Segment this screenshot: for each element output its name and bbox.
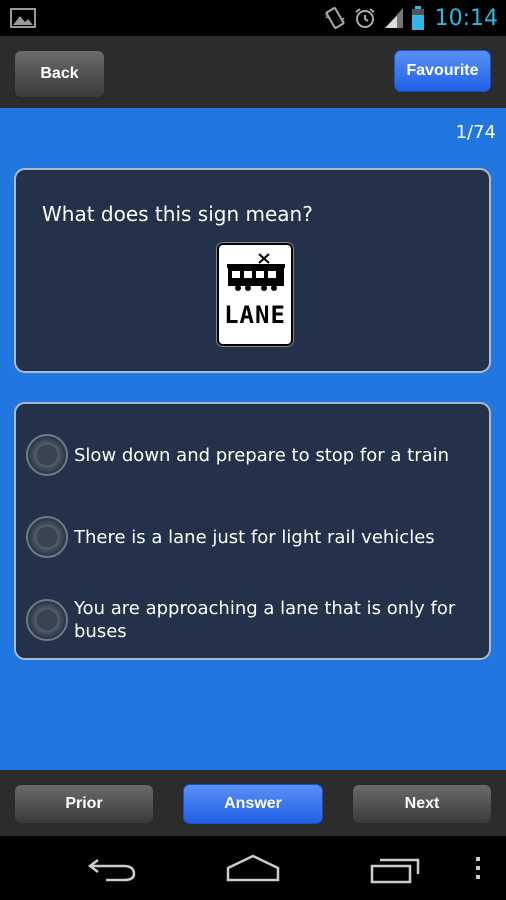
gallery-icon <box>10 8 36 28</box>
back-nav-icon[interactable] <box>86 854 138 882</box>
answer-option-2[interactable]: There is a lane just for light rail vehi… <box>26 516 481 558</box>
answer-option-label: Slow down and prepare to stop for a trai… <box>74 444 450 466</box>
menu-icon[interactable] <box>474 856 482 880</box>
signal-icon <box>384 8 403 28</box>
question-card: What does this sign mean? LANE <box>14 168 491 373</box>
answer-option-label: You are approaching a lane that is only … <box>74 598 456 642</box>
navigation-bar <box>0 836 506 900</box>
radio-button[interactable] <box>26 434 68 476</box>
status-bar: 10:14 <box>0 0 506 36</box>
recent-apps-icon[interactable] <box>370 854 422 884</box>
answer-option-1[interactable]: Slow down and prepare to stop for a trai… <box>26 434 481 476</box>
radio-button[interactable] <box>26 516 68 558</box>
battery-icon <box>411 6 424 30</box>
quiz-content: 1/74 What does this sign mean? LANE Slow… <box>0 108 506 770</box>
alarm-icon <box>354 8 375 28</box>
sign-text: LANE <box>224 301 286 329</box>
radio-button[interactable] <box>26 599 68 641</box>
answer-option-3[interactable]: You are approaching a lane that is only … <box>26 597 481 643</box>
vibrate-icon <box>325 7 345 29</box>
favourite-button[interactable]: Favourite <box>394 50 491 92</box>
road-sign-image: LANE <box>217 243 293 346</box>
status-time: 10:14 <box>434 5 498 31</box>
answer-option-label: There is a lane just for light rail vehi… <box>74 526 435 548</box>
action-bar: Back Favourite <box>0 36 506 108</box>
bottom-toolbar: Prior Answer Next <box>0 770 506 836</box>
question-counter: 1/74 <box>455 122 496 143</box>
answer-button[interactable]: Answer <box>183 784 323 824</box>
question-text: What does this sign mean? <box>42 202 313 226</box>
tram-icon <box>227 253 285 291</box>
prior-button[interactable]: Prior <box>14 784 154 824</box>
answer-options: Slow down and prepare to stop for a trai… <box>14 402 491 660</box>
home-nav-icon[interactable] <box>226 854 280 882</box>
next-button[interactable]: Next <box>352 784 492 824</box>
back-button[interactable]: Back <box>14 50 105 98</box>
